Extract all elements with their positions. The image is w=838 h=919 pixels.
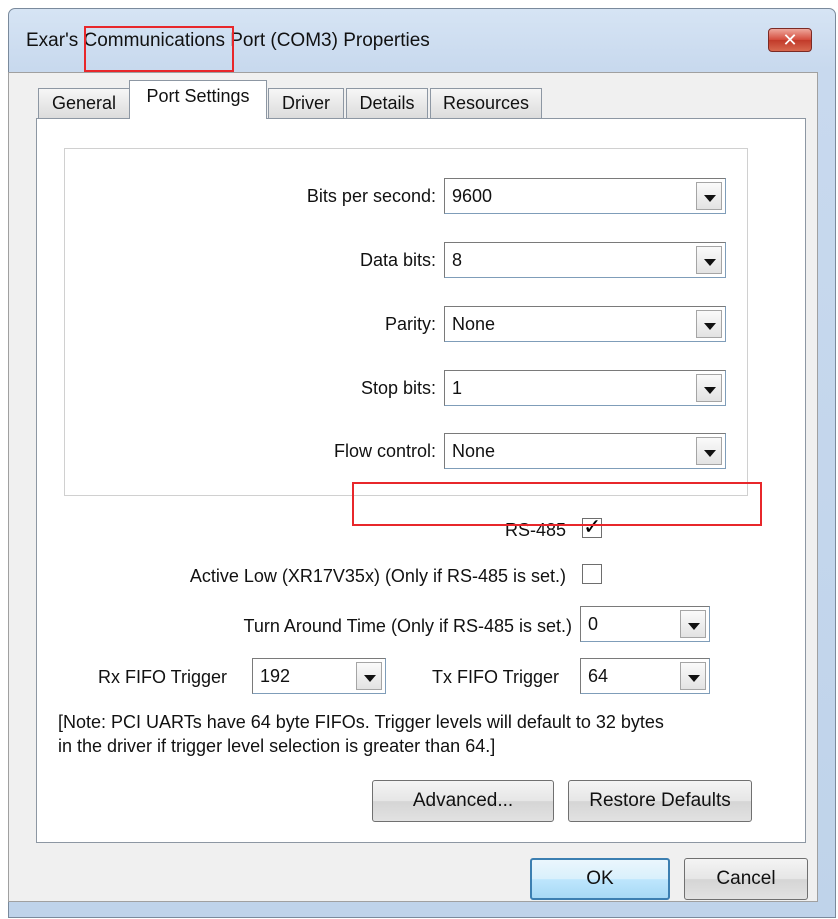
tab-port-settings[interactable]: Port Settings [129, 80, 267, 119]
chevron-down-icon [704, 259, 716, 266]
close-icon: ✕ [782, 30, 798, 50]
fifo-note: [Note: PCI UARTs have 64 byte FIFOs. Tri… [58, 710, 664, 758]
rs485-label: RS-485 [504, 520, 566, 540]
bits-per-second-select[interactable]: 9600 [444, 178, 726, 214]
dropdown-button[interactable] [696, 310, 722, 338]
turn-around-time-label: Turn Around Time (Only if RS-485 is set.… [243, 616, 572, 636]
dropdown-button[interactable] [696, 246, 722, 274]
dropdown-button[interactable] [696, 182, 722, 210]
parity-select[interactable]: None [444, 306, 726, 342]
turn-around-time-select[interactable]: 0 [580, 606, 710, 642]
parity-value: None [452, 314, 496, 334]
dropdown-button[interactable] [356, 662, 382, 690]
tab-resources[interactable]: Resources [430, 88, 542, 118]
stop-bits-label: Stop bits: [360, 378, 436, 398]
data-bits-select[interactable]: 8 [444, 242, 726, 278]
active-low-checkbox[interactable] [582, 564, 602, 584]
data-bits-value: 8 [452, 250, 463, 270]
flow-control-value: None [452, 441, 496, 461]
title-bar[interactable]: Exar's Communications Port (COM3) Proper… [0, 0, 838, 72]
dropdown-button[interactable] [680, 610, 706, 638]
fifo-note-line-1: [Note: PCI UARTs have 64 byte FIFOs. Tri… [58, 712, 664, 732]
stop-bits-select[interactable]: 1 [444, 370, 726, 406]
close-button[interactable]: ✕ [768, 28, 812, 52]
fifo-note-line-2: in the driver if trigger level selection… [58, 736, 496, 756]
tab-general[interactable]: General [38, 88, 130, 118]
dropdown-button[interactable] [680, 662, 706, 690]
bits-per-second-value: 9600 [452, 186, 493, 206]
chevron-down-icon [688, 623, 700, 630]
window-title: Exar's Communications Port (COM3) Proper… [26, 30, 430, 51]
chevron-down-icon [704, 323, 716, 330]
tx-fifo-label: Tx FIFO Trigger [432, 667, 560, 687]
chevron-down-icon [364, 675, 376, 682]
chevron-down-icon [704, 195, 716, 202]
stop-bits-value: 1 [452, 378, 463, 398]
restore-defaults-button[interactable]: Restore Defaults [568, 780, 752, 822]
flow-control-select[interactable]: None [444, 433, 726, 469]
tx-fifo-value: 64 [588, 666, 609, 686]
flow-control-label: Flow control: [333, 441, 436, 461]
tx-fifo-select[interactable]: 64 [580, 658, 710, 694]
parity-label: Parity: [384, 314, 436, 334]
checkmark-icon: ✓ [583, 514, 602, 539]
data-bits-label: Data bits: [359, 250, 436, 270]
turn-around-time-value: 0 [588, 614, 599, 634]
rs485-checkbox[interactable]: ✓ [582, 516, 602, 538]
rx-fifo-value: 192 [260, 666, 291, 686]
advanced-button[interactable]: Advanced... [372, 780, 554, 822]
chevron-down-icon [704, 387, 716, 394]
ok-button[interactable]: OK [530, 858, 670, 900]
chevron-down-icon [688, 675, 700, 682]
rx-fifo-select[interactable]: 192 [252, 658, 386, 694]
tab-details[interactable]: Details [346, 88, 428, 118]
active-low-label: Active Low (XR17V35x) (Only if RS-485 is… [189, 566, 566, 586]
tab-driver[interactable]: Driver [268, 88, 344, 118]
dropdown-button[interactable] [696, 374, 722, 402]
chevron-down-icon [704, 450, 716, 457]
bits-per-second-label: Bits per second: [306, 186, 436, 206]
dropdown-button[interactable] [696, 437, 722, 465]
cancel-button[interactable]: Cancel [684, 858, 808, 900]
rx-fifo-label: Rx FIFO Trigger [98, 667, 228, 687]
